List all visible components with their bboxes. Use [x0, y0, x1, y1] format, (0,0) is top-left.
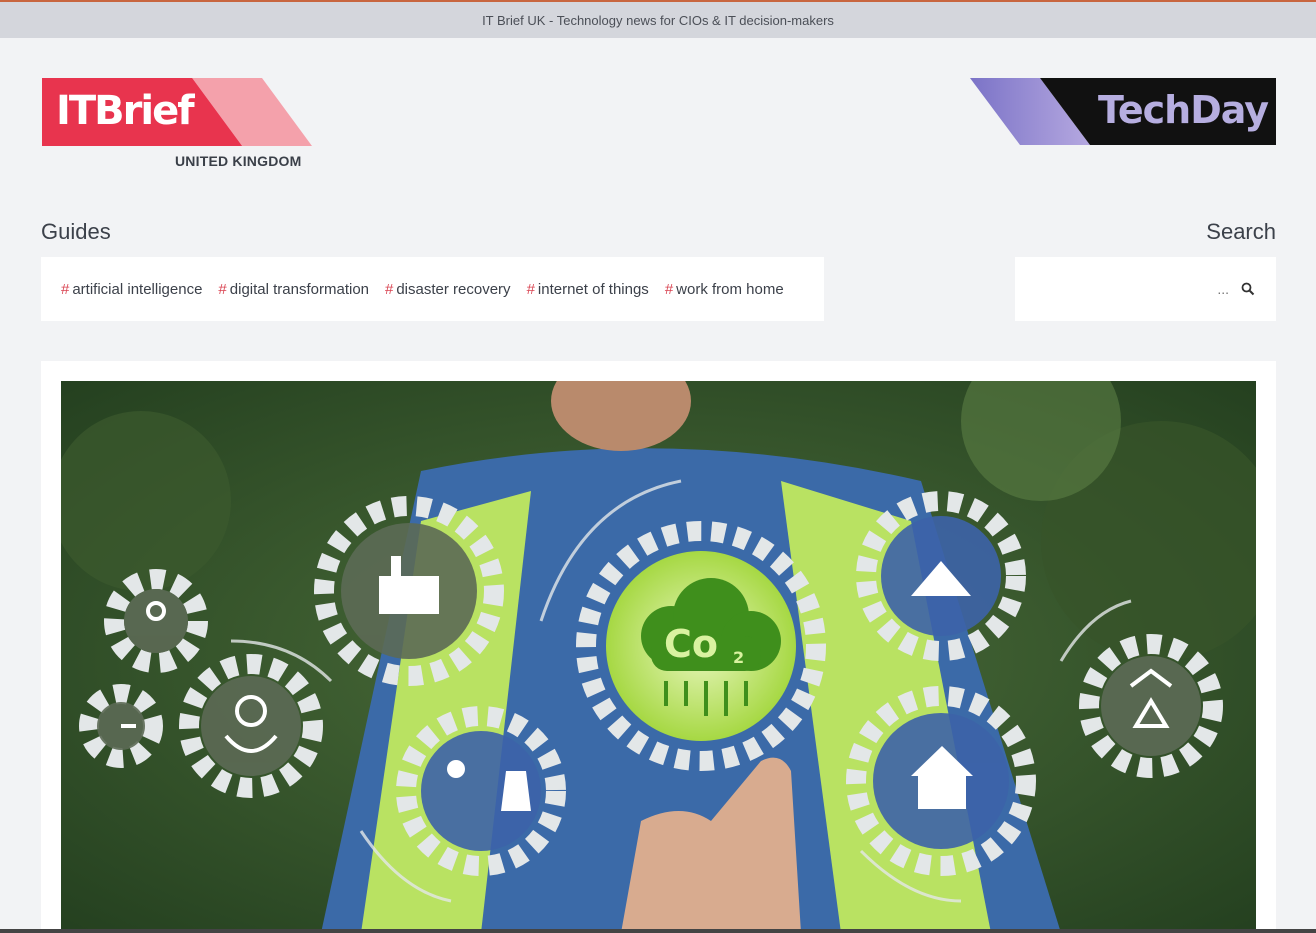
search-heading: Search: [1206, 219, 1276, 244]
page-bottom-edge: [0, 929, 1316, 933]
itbrief-logo-text: ITBrief: [56, 88, 195, 134]
hero-card: Co 2: [41, 361, 1276, 933]
techday-logo[interactable]: TechDay: [970, 78, 1276, 145]
tag-work-from-home[interactable]: # work from home: [665, 281, 784, 298]
window-title: IT Brief UK - Technology news for CIOs &…: [482, 12, 834, 28]
search-icon[interactable]: [1240, 281, 1256, 297]
hero-image[interactable]: Co 2: [61, 381, 1256, 933]
tag-disaster-recovery[interactable]: # disaster recovery: [385, 281, 511, 298]
window-title-bar: IT Brief UK - Technology news for CIOs &…: [0, 0, 1316, 38]
hero-illustration: Co 2: [61, 381, 1256, 933]
techday-logo-text: TechDay: [1098, 88, 1269, 132]
search-input[interactable]: [1029, 281, 1229, 297]
co2-label: Co: [664, 622, 718, 666]
tag-internet-of-things[interactable]: # internet of things: [527, 281, 649, 298]
region-label: UNITED KINGDOM: [175, 153, 302, 169]
tag-artificial-intelligence[interactable]: # artificial intelligence: [61, 281, 202, 298]
search-box: [1015, 257, 1276, 321]
guides-tag-list: # artificial intelligence # digital transf…: [41, 257, 824, 321]
co2-subscript: 2: [733, 648, 744, 667]
itbrief-logo[interactable]: ITBrief: [42, 78, 312, 146]
guides-heading: Guides: [41, 219, 111, 244]
tag-digital-transformation[interactable]: # digital transformation: [218, 281, 369, 298]
